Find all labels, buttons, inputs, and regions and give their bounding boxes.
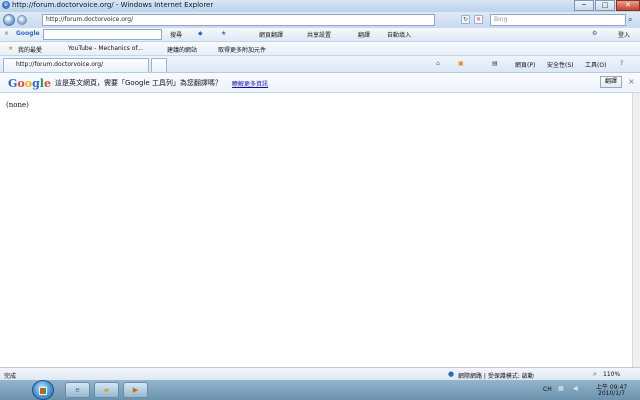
- volume-icon[interactable]: ◀: [573, 385, 578, 392]
- forward-button[interactable]: ›: [17, 15, 27, 25]
- learn-more-link[interactable]: 瞭解更多資訊: [232, 79, 268, 88]
- maximize-button[interactable]: □: [595, 0, 615, 11]
- start-button[interactable]: [32, 380, 54, 400]
- bing-search-input[interactable]: Bing: [490, 14, 626, 26]
- back-button[interactable]: ‹: [3, 14, 15, 26]
- favorite-item-addons[interactable]: 取得更多附加元件: [218, 45, 266, 54]
- google-custom-button[interactable]: 網頁翻譯: [259, 30, 283, 39]
- language-indicator[interactable]: CH: [543, 386, 552, 393]
- refresh-icon: ↻: [462, 16, 469, 23]
- translate-message: 這是英文網頁，需要「Google 工具列」為您翻譯嗎？: [55, 79, 222, 87]
- page-content: (none): [0, 93, 632, 367]
- google-translate-bar: Google 這是英文網頁，需要「Google 工具列」為您翻譯嗎？ 瞭解更多資…: [0, 73, 640, 93]
- favorites-bar: ★ 我的最愛 YouTube - Mechanics of... 建議的網站 取…: [0, 42, 640, 56]
- bing-placeholder: Bing: [494, 16, 508, 23]
- home-icon[interactable]: ⌂: [436, 60, 440, 67]
- tab-title: http://forum.doctorvoice.org/: [16, 61, 104, 68]
- refresh-button[interactable]: ↻: [461, 15, 470, 24]
- explorer-taskbar-button[interactable]: ▰: [94, 382, 119, 398]
- address-url: http://forum.doctorvoice.org/: [46, 16, 134, 23]
- vertical-scrollbar[interactable]: [632, 93, 640, 367]
- print-icon[interactable]: ▤: [492, 60, 498, 67]
- window-title: http://forum.doctorvoice.org/ - Windows …: [12, 1, 214, 9]
- favorites-label[interactable]: 我的最愛: [18, 45, 42, 54]
- system-tray: CH ▦ ◀ 上午 09:47 2010/1/7: [485, 380, 640, 400]
- zoom-icon[interactable]: ⌕: [593, 370, 597, 379]
- help-icon[interactable]: ?: [620, 60, 623, 67]
- google-toolbar-label: Google: [16, 30, 40, 37]
- tab-bar: http://forum.doctorvoice.org/ ⌂ ▣ ▤ 網頁(P…: [0, 56, 640, 73]
- close-window-button[interactable]: ✕: [616, 0, 640, 11]
- new-tab-button[interactable]: [151, 58, 167, 72]
- stop-icon: ×: [475, 16, 482, 23]
- windows-taskbar: e ▰ ▶ CH ▦ ◀ 上午 09:47 2010/1/7: [0, 380, 640, 400]
- ie-logo-icon: e: [2, 1, 10, 9]
- window-titlebar: e http://forum.doctorvoice.org/ - Window…: [0, 0, 640, 12]
- ie-taskbar-button[interactable]: e: [65, 382, 90, 398]
- media-player-taskbar-button[interactable]: ▶: [123, 382, 148, 398]
- autofill-button[interactable]: 自動填入: [387, 30, 411, 39]
- google-search-button[interactable]: 搜尋: [170, 30, 182, 39]
- status-text: 完成: [4, 373, 17, 380]
- forward-arrow-icon: ›: [20, 16, 24, 24]
- address-input[interactable]: http://forum.doctorvoice.org/: [42, 14, 435, 26]
- clock-date: 2010/1/7: [598, 390, 625, 397]
- bookmark-icon[interactable]: ★: [221, 30, 226, 37]
- tab-current[interactable]: http://forum.doctorvoice.org/: [3, 58, 149, 72]
- favorite-item-youtube[interactable]: YouTube - Mechanics of...: [68, 45, 143, 52]
- globe-icon: ●: [448, 370, 455, 378]
- share-settings-button[interactable]: 共享設置: [307, 30, 331, 39]
- page-text: (none): [6, 101, 29, 109]
- google-toolbar-close-icon[interactable]: ×: [4, 30, 9, 37]
- feeds-icon[interactable]: ▣: [458, 60, 464, 67]
- security-zone-text: 網際網路 | 受保護模式: 啟動: [458, 373, 534, 380]
- address-bar-row: ‹ › http://forum.doctorvoice.org/ ↻ × Bi…: [0, 12, 640, 28]
- status-bar: 完成 ● 網際網路 | 受保護模式: 啟動 ⌕ 110%: [0, 367, 640, 380]
- page-menu[interactable]: 網頁(P): [515, 60, 535, 69]
- safety-menu[interactable]: 安全性(S): [547, 60, 574, 69]
- translate-page-button[interactable]: 翻譯: [600, 76, 622, 88]
- close-translate-bar-icon[interactable]: ×: [628, 77, 635, 86]
- settings-icon[interactable]: ⚙: [592, 30, 597, 37]
- share-icon[interactable]: ◆: [198, 30, 203, 37]
- tools-menu[interactable]: 工具(O): [585, 60, 606, 69]
- signin-button[interactable]: 登入: [618, 30, 630, 39]
- favorite-item-suggested-sites[interactable]: 建議的網站: [167, 45, 197, 54]
- translate-button[interactable]: 翻譯: [358, 30, 370, 39]
- network-icon[interactable]: ▦: [558, 385, 564, 392]
- search-icon[interactable]: ⌕: [628, 15, 632, 25]
- google-search-input[interactable]: [43, 29, 162, 40]
- zoom-level[interactable]: 110%: [603, 371, 620, 378]
- stop-button[interactable]: ×: [474, 15, 483, 24]
- back-arrow-icon: ‹: [7, 15, 11, 23]
- google-logo: Google: [8, 77, 51, 90]
- google-toolbar: × Google 搜尋 ◆ ★ 網頁翻譯 共享設置 翻譯 自動填入 ⚙ 登入: [0, 28, 640, 42]
- minimize-button[interactable]: ─: [574, 0, 594, 11]
- favorites-star-icon[interactable]: ★: [8, 45, 13, 52]
